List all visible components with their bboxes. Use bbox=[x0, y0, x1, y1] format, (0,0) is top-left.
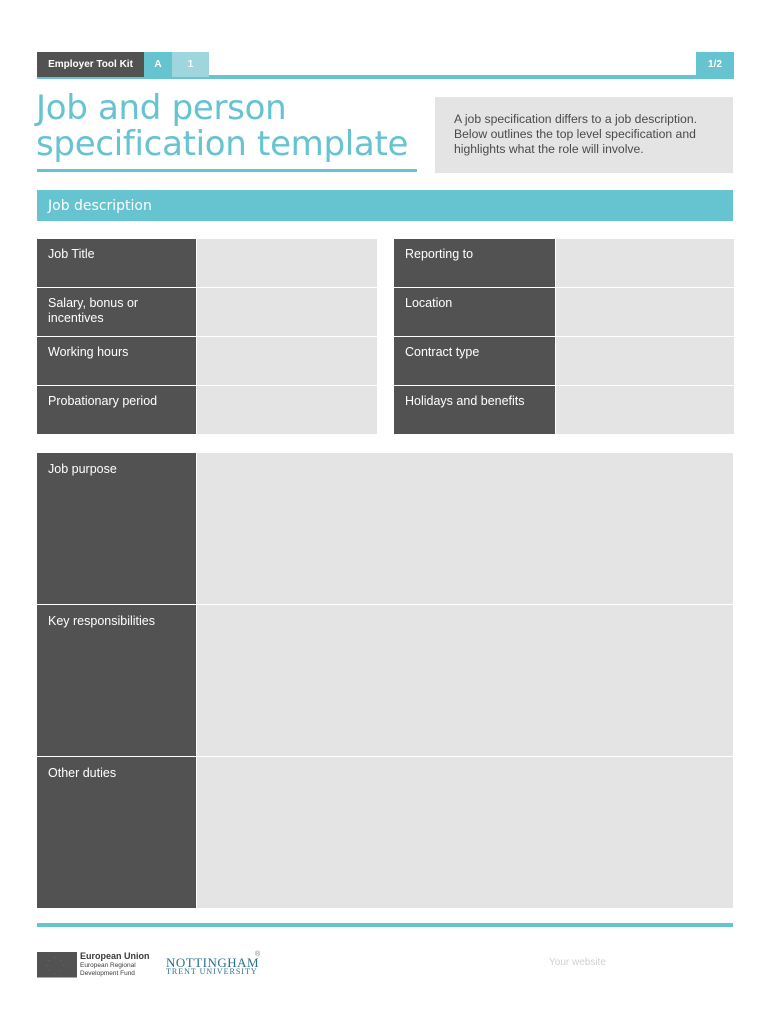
contract-type-input[interactable] bbox=[556, 337, 734, 385]
kit-label-tab: Employer Tool Kit bbox=[37, 52, 144, 77]
page-title-line1: Job and person bbox=[36, 88, 287, 128]
field-row: Contract type bbox=[394, 337, 734, 385]
field-label: Job Title bbox=[37, 239, 196, 287]
large-field-row: Key responsibilities bbox=[37, 605, 733, 756]
page-indicator: 1/2 bbox=[696, 52, 734, 77]
field-row: Working hours bbox=[37, 337, 377, 385]
other-duties-input[interactable] bbox=[197, 757, 733, 908]
intro-box: A job specification differs to a job des… bbox=[435, 97, 733, 173]
location-input[interactable] bbox=[556, 288, 734, 336]
fields-left-column: Job Title Salary, bonus or incentives Wo… bbox=[37, 239, 377, 435]
large-fields: Job purpose Key responsibilities Other d… bbox=[37, 453, 733, 909]
footer-rule bbox=[37, 923, 733, 927]
page-title-line2: specification template bbox=[36, 124, 409, 164]
field-label: Probationary period bbox=[37, 386, 196, 434]
page-title: Job and person specification template bbox=[36, 90, 426, 162]
intro-text: A job specification differs to a job des… bbox=[454, 112, 697, 156]
section-header-job-description: Job description bbox=[37, 190, 733, 221]
holidays-benefits-input[interactable] bbox=[556, 386, 734, 434]
key-responsibilities-input[interactable] bbox=[197, 605, 733, 756]
ntu-logo-line2: TRENT UNIVERSITY bbox=[166, 967, 258, 976]
field-label: Contract type bbox=[394, 337, 555, 385]
website-field[interactable]: Your website bbox=[549, 957, 606, 968]
salary-input[interactable] bbox=[197, 288, 377, 336]
field-label: Key responsibilities bbox=[37, 605, 196, 756]
field-label: Job purpose bbox=[37, 453, 196, 604]
job-title-input[interactable] bbox=[197, 239, 377, 287]
field-label: Salary, bonus or incentives bbox=[37, 288, 196, 336]
section-number-tab: 1 bbox=[172, 52, 209, 77]
eu-logo-subtitle: European Regional Development Fund bbox=[80, 962, 136, 977]
title-underline bbox=[37, 169, 417, 172]
probationary-period-input[interactable] bbox=[197, 386, 377, 434]
field-row: Reporting to bbox=[394, 239, 734, 287]
field-label: Reporting to bbox=[394, 239, 555, 287]
field-label: Holidays and benefits bbox=[394, 386, 555, 434]
registered-mark-icon: ® bbox=[255, 951, 261, 958]
job-purpose-input[interactable] bbox=[197, 453, 733, 604]
field-row: Probationary period bbox=[37, 386, 377, 434]
working-hours-input[interactable] bbox=[197, 337, 377, 385]
fields-right-column: Reporting to Location Contract type Holi… bbox=[394, 239, 734, 435]
field-row: Salary, bonus or incentives bbox=[37, 288, 377, 336]
large-field-row: Job purpose bbox=[37, 453, 733, 604]
field-row: Job Title bbox=[37, 239, 377, 287]
field-row: Holidays and benefits bbox=[394, 386, 734, 434]
eu-logo-title: European Union bbox=[80, 951, 150, 961]
section-letter-tab: A bbox=[144, 52, 172, 77]
field-row: Location bbox=[394, 288, 734, 336]
field-label: Working hours bbox=[37, 337, 196, 385]
field-label: Other duties bbox=[37, 757, 196, 908]
reporting-to-input[interactable] bbox=[556, 239, 734, 287]
large-field-row: Other duties bbox=[37, 757, 733, 908]
field-label: Location bbox=[394, 288, 555, 336]
eu-flag-icon: · · · · · · · · bbox=[37, 952, 77, 978]
